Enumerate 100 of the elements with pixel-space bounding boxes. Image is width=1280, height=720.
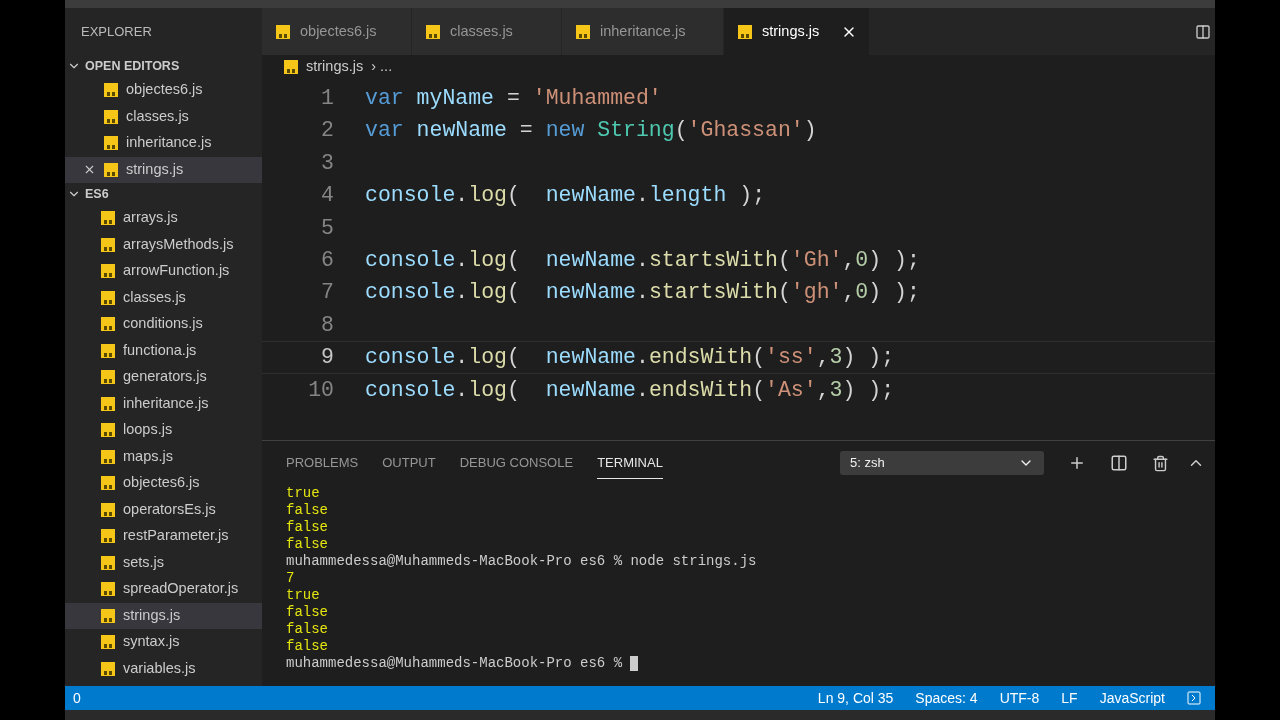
js-file-icon bbox=[101, 370, 115, 385]
editor-tab[interactable]: inheritance.js bbox=[562, 8, 724, 55]
code-line: console.log( newName.endsWith('ss',3) ); bbox=[365, 344, 895, 372]
terminal-select[interactable]: 5: zsh bbox=[840, 451, 1044, 475]
file-item[interactable]: variables.js bbox=[65, 655, 262, 682]
js-file-icon bbox=[101, 661, 115, 676]
status-item[interactable]: LF bbox=[1061, 687, 1078, 709]
js-file-icon bbox=[101, 423, 115, 438]
terminal-line: false bbox=[286, 604, 328, 621]
status-item[interactable]: JavaScript bbox=[1099, 687, 1165, 709]
panel-tab[interactable]: DEBUG CONSOLE bbox=[459, 446, 574, 480]
file-item[interactable]: inheritance.js bbox=[65, 130, 262, 157]
breadcrumb-rest[interactable]: › ... bbox=[371, 56, 393, 78]
js-file-icon bbox=[101, 317, 115, 332]
js-file-icon bbox=[101, 264, 115, 279]
js-file-icon bbox=[101, 529, 115, 544]
section-header[interactable]: OPEN EDITORS bbox=[65, 55, 262, 77]
file-item[interactable]: inheritance.js bbox=[65, 390, 262, 417]
js-file-icon bbox=[104, 136, 118, 151]
terminal-line: true bbox=[286, 485, 320, 502]
breadcrumb-file[interactable]: strings.js bbox=[306, 56, 364, 78]
js-file-icon bbox=[276, 24, 290, 39]
terminal-line: false bbox=[286, 519, 328, 536]
js-file-icon bbox=[101, 237, 115, 252]
terminal-line: muhammedessa@Muhammeds-MacBook-Pro es6 % node strings.js bbox=[286, 553, 757, 570]
js-file-icon bbox=[738, 24, 752, 39]
line-number: 5 bbox=[320, 214, 334, 242]
terminal-line: true bbox=[286, 587, 320, 604]
file-item[interactable]: syntax.js bbox=[65, 629, 262, 656]
js-file-icon bbox=[101, 290, 115, 305]
js-file-icon bbox=[101, 502, 115, 517]
line-number: 1 bbox=[320, 85, 334, 113]
line-number: 7 bbox=[320, 279, 334, 307]
file-item[interactable]: strings.js bbox=[65, 156, 262, 183]
status-item[interactable]: Spaces: 4 bbox=[915, 687, 978, 709]
file-item[interactable]: functiona.js bbox=[65, 337, 262, 364]
trash-icon[interactable] bbox=[1152, 454, 1169, 472]
status-problems[interactable]: 0 bbox=[73, 687, 81, 709]
line-number: 6 bbox=[320, 247, 334, 274]
js-file-icon bbox=[101, 555, 115, 570]
code-line: console.log( newName.length ); bbox=[365, 182, 766, 210]
js-file-icon bbox=[576, 24, 590, 39]
terminal-line: false bbox=[286, 621, 328, 638]
section-header[interactable]: ES6 bbox=[65, 183, 262, 205]
js-file-icon bbox=[101, 449, 115, 464]
panel-tab[interactable]: TERMINAL bbox=[597, 446, 663, 480]
line-number: 4 bbox=[320, 182, 334, 210]
editor-tab[interactable]: strings.js bbox=[724, 8, 869, 55]
split-editor-icon[interactable] bbox=[1195, 23, 1211, 40]
code-line: var myName = 'Muhammed' bbox=[365, 85, 662, 113]
file-item[interactable]: strings.js bbox=[65, 602, 262, 629]
terminal-line: muhammedessa@Muhammeds-MacBook-Pro es6 % bbox=[286, 655, 623, 672]
js-file-icon bbox=[104, 83, 118, 98]
file-item[interactable]: conditions.js bbox=[65, 311, 262, 338]
file-item[interactable]: arrays.js bbox=[65, 205, 262, 232]
status-item[interactable]: Ln 9, Col 35 bbox=[817, 687, 894, 709]
panel-tab[interactable]: OUTPUT bbox=[382, 446, 436, 480]
file-item[interactable]: loops.js bbox=[65, 417, 262, 444]
terminal-line: false bbox=[286, 536, 328, 553]
editor-tab[interactable]: objectes6.js bbox=[262, 8, 412, 55]
js-file-icon bbox=[101, 608, 115, 623]
js-file-icon bbox=[101, 211, 115, 226]
js-file-icon bbox=[284, 60, 298, 74]
file-item[interactable]: arrowFunction.js bbox=[65, 258, 262, 285]
js-file-icon bbox=[426, 24, 440, 39]
file-item[interactable]: operatorsEs.js bbox=[65, 496, 262, 523]
file-item[interactable]: arraysMethods.js bbox=[65, 231, 262, 258]
file-item[interactable]: maps.js bbox=[65, 443, 262, 470]
terminal-line: 7 bbox=[286, 570, 295, 587]
terminal-line: false bbox=[286, 502, 328, 519]
file-item[interactable]: restParameter.js bbox=[65, 523, 262, 550]
line-number: 2 bbox=[320, 117, 334, 145]
js-file-icon bbox=[101, 582, 115, 597]
panel-tab[interactable]: PROBLEMS bbox=[286, 446, 359, 480]
line-number: 9 bbox=[320, 344, 334, 372]
editor-tab[interactable]: classes.js bbox=[412, 8, 562, 55]
file-item[interactable]: generators.js bbox=[65, 364, 262, 391]
js-file-icon bbox=[101, 396, 115, 411]
file-item[interactable]: spreadOperator.js bbox=[65, 576, 262, 603]
plus-icon[interactable] bbox=[1068, 454, 1086, 472]
code-line: console.log( newName.startsWith('Gh',0) ); bbox=[365, 247, 920, 274]
feedback-icon[interactable] bbox=[1187, 691, 1201, 705]
js-file-icon bbox=[104, 162, 118, 177]
file-item[interactable]: classes.js bbox=[65, 103, 262, 130]
file-item[interactable]: sets.js bbox=[65, 549, 262, 576]
split-terminal-icon[interactable] bbox=[1110, 454, 1128, 472]
code-line: console.log( newName.endsWith('As',3) ); bbox=[365, 376, 895, 404]
code-line: var newName = new String('Ghassan') bbox=[365, 117, 817, 145]
line-number: 8 bbox=[320, 311, 334, 339]
file-item[interactable]: classes.js bbox=[65, 284, 262, 311]
js-file-icon bbox=[101, 343, 115, 358]
explorer-title: EXPLORER bbox=[80, 22, 153, 41]
status-item[interactable]: UTF-8 bbox=[999, 687, 1040, 709]
code-line: console.log( newName.startsWith('gh',0) ); bbox=[365, 279, 920, 307]
file-item[interactable]: objectes6.js bbox=[65, 470, 262, 497]
line-number: 3 bbox=[320, 149, 334, 177]
js-file-icon bbox=[101, 635, 115, 650]
terminal-line: false bbox=[286, 638, 328, 655]
file-item[interactable]: objectes6.js bbox=[65, 77, 262, 104]
line-number: 10 bbox=[307, 376, 334, 404]
